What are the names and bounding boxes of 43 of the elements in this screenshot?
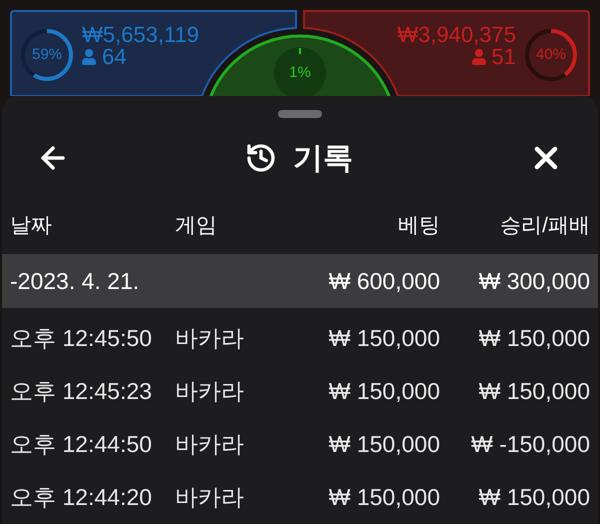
row-game: 바카라	[175, 377, 245, 406]
group-result-total: ₩ 300,000	[478, 266, 590, 296]
row-bet: ₩ 150,000	[328, 483, 440, 512]
row-game: 바카라	[175, 430, 245, 460]
percent-label: 40%	[536, 44, 566, 65]
history-row[interactable]: 오후 12:45:23 바카라 ₩ 150,000 ₩ 150,000	[2, 365, 598, 418]
bet-amount: ₩3,940,375	[397, 24, 516, 46]
percentage-tick-icon	[298, 48, 302, 54]
column-header: 베팅	[397, 213, 440, 240]
player-count: 64	[102, 46, 126, 68]
history-row[interactable]: 오후 12:45:50 바카라 ₩ 150,000 ₩ 150,000	[2, 312, 598, 365]
column-header: 게임	[175, 213, 218, 240]
history-icon	[245, 142, 277, 174]
person-icon	[82, 49, 96, 65]
column-header: 날짜	[10, 213, 53, 240]
bet-amount: ₩5,653,119	[82, 24, 200, 46]
row-time: 오후 12:45:23	[10, 377, 153, 406]
sheet-title: 기록	[293, 140, 353, 176]
history-row[interactable]: 오후 12:44:50 바카라 ₩ 150,000 ₩ -150,000	[2, 418, 598, 471]
row-bet: ₩ 150,000	[328, 324, 440, 354]
row-result: ₩ 150,000	[478, 377, 590, 406]
percent-label: 59%	[32, 44, 62, 65]
person-icon	[472, 49, 486, 65]
row-result: ₩ 150,000	[478, 483, 590, 512]
player-count: 51	[492, 46, 516, 68]
row-result: ₩ 150,000	[478, 324, 590, 354]
percentage-ring-icon	[20, 28, 74, 82]
row-bet: ₩ 150,000	[328, 430, 440, 460]
row-time: 오후 12:44:50	[10, 430, 153, 460]
group-date: -2023. 4. 21.	[10, 266, 140, 296]
date-group-row[interactable]: -2023. 4. 21. ₩ 600,000 ₩ 300,000	[2, 254, 598, 308]
group-bet-total: ₩ 600,000	[328, 266, 440, 296]
row-bet: ₩ 150,000	[328, 377, 440, 406]
row-result: ₩ -150,000	[470, 430, 590, 460]
percent-label: 1%	[289, 62, 311, 83]
percentage-ring-icon	[524, 28, 578, 82]
column-header: 승리/패배	[499, 213, 590, 240]
row-game: 바카라	[175, 324, 245, 354]
drag-handle[interactable]	[278, 110, 322, 118]
row-time: 오후 12:45:50	[10, 324, 153, 354]
row-time: 오후 12:44:20	[10, 483, 153, 512]
history-row[interactable]: 오후 12:44:20 바카라 ₩ 150,000 ₩ 150,000	[2, 471, 598, 524]
row-game: 바카라	[175, 483, 245, 512]
